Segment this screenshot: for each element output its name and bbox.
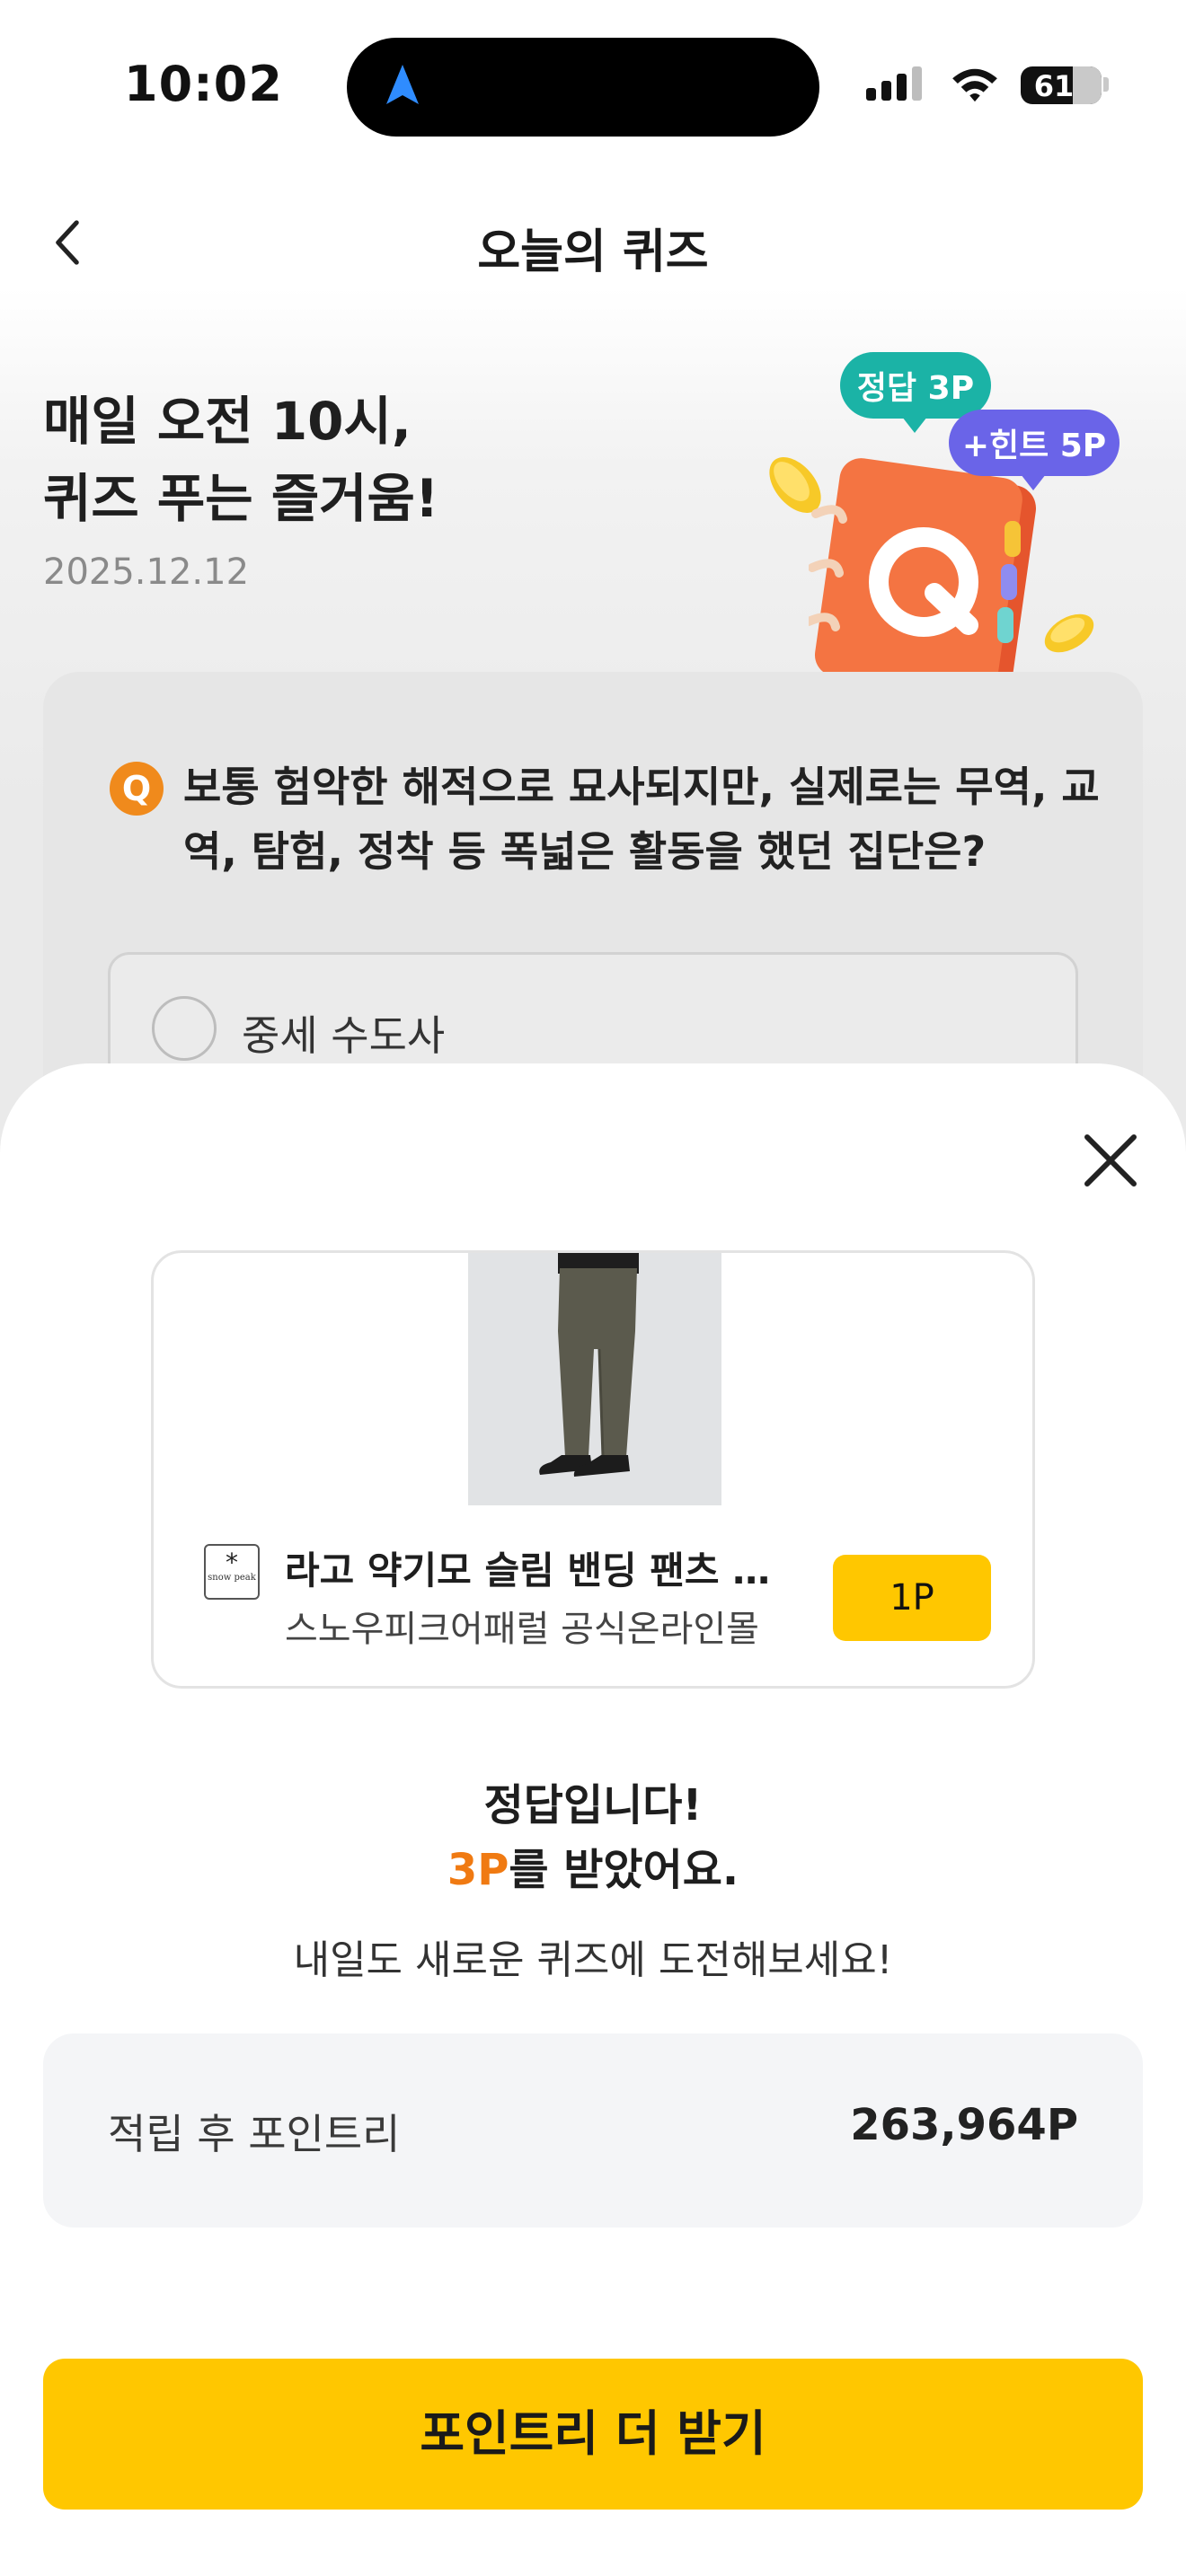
question-badge: Q: [110, 762, 164, 816]
balance-value: 263,964P: [850, 2100, 1078, 2150]
status-icons: 61: [866, 63, 1109, 108]
cellular-signal-icon: [866, 63, 929, 108]
coin-icon: [1044, 613, 1094, 653]
quiz-date: 2025.12.12: [43, 551, 250, 593]
hero-title: 매일 오전 10시, 퀴즈 푸는 즐거움!: [43, 383, 438, 537]
point-balance-box: 적립 후 포인트리 263,964P: [43, 2033, 1143, 2228]
battery-level: 61: [1033, 69, 1075, 103]
close-button[interactable]: [1075, 1125, 1146, 1196]
quiz-question: 보통 험악한 해적으로 묘사되지만, 실제로는 무역, 교역, 탐험, 정착 등…: [183, 763, 1100, 876]
balance-label: 적립 후 포인트리: [108, 2110, 401, 2158]
answer-points-label: 정답 3P: [856, 370, 975, 407]
answer-points-bubble: 정답 3P: [840, 352, 991, 419]
result-points: 3P를 받았어요.: [0, 1838, 1186, 1902]
get-more-points-button[interactable]: 포인트리 더 받기: [43, 2359, 1143, 2510]
product-name: 라고 약기모 슬림 밴딩 팬츠 Dar...: [285, 1548, 797, 1592]
product-point-button[interactable]: 1P: [833, 1555, 991, 1641]
location-arrow-icon: [386, 65, 419, 104]
page-title: 오늘의 퀴즈: [477, 225, 709, 279]
hero-title-line1: 매일 오전 10시,: [43, 391, 412, 452]
pants-product-image: [468, 1253, 721, 1505]
close-icon: [1084, 1134, 1137, 1187]
dynamic-island: [347, 38, 819, 137]
product-ad-card[interactable]: * snow peak 라고 약기모 슬림 밴딩 팬츠 Dar... 스노우피크…: [151, 1250, 1035, 1689]
result-subtitle: 내일도 새로운 퀴즈에 도전해보세요!: [293, 1937, 893, 1983]
radio-button[interactable]: [152, 996, 217, 1061]
status-bar: 10:02 61: [0, 0, 1186, 153]
product-store: 스노우피크어패럴 공식온라인몰: [285, 1609, 759, 1650]
result-title: 정답입니다!: [483, 1780, 703, 1831]
earned-points-suffix: 를 받았어요.: [509, 1845, 739, 1895]
status-time: 10:02: [124, 56, 283, 112]
result-bottom-sheet: * snow peak 라고 약기모 슬림 밴딩 팬츠 Dar... 스노우피크…: [0, 1063, 1186, 2576]
quiz-option-label: 중세 수도사: [242, 1011, 446, 1060]
header: 오늘의 퀴즈: [0, 189, 1186, 296]
hint-points-bubble: +힌트 5P: [949, 410, 1120, 476]
hint-points-label: +힌트 5P: [961, 428, 1107, 464]
brand-logo-text: snow peak: [208, 1573, 256, 1583]
hero-title-line2: 퀴즈 푸는 즐거움!: [43, 468, 439, 529]
battery-icon: 61: [1021, 66, 1102, 104]
brand-logo: * snow peak: [204, 1544, 260, 1600]
wifi-icon: [952, 68, 997, 102]
earned-points: 3P: [447, 1845, 509, 1895]
